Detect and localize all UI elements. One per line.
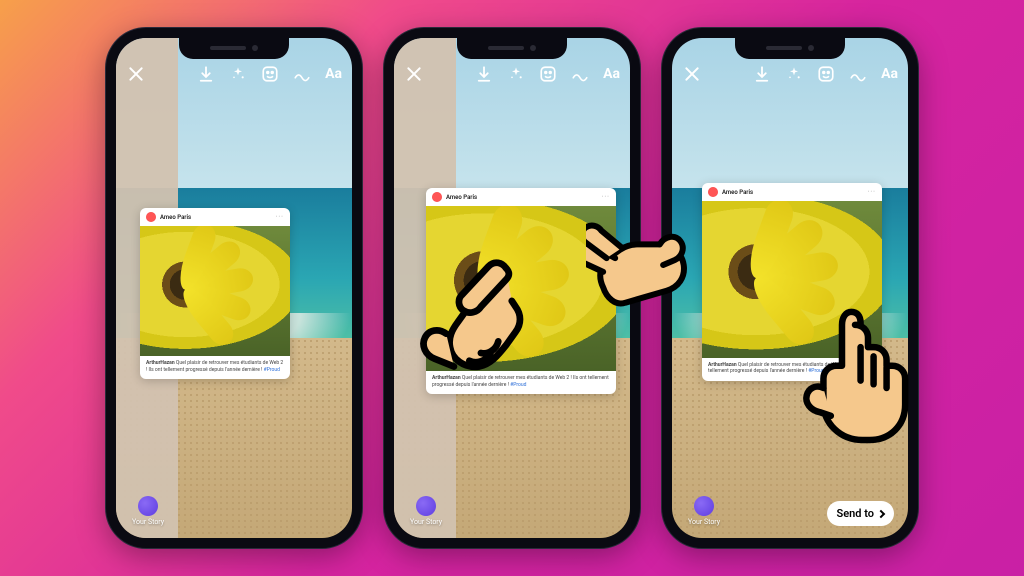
sparkle-icon[interactable] — [785, 65, 803, 83]
your-story-avatar — [138, 496, 158, 516]
post-username: Ameo Paris — [722, 189, 753, 196]
sticker-icon[interactable] — [539, 65, 557, 83]
shared-post-card[interactable]: Ameo Paris ··· ArthurHazan Quel plaisir … — [140, 208, 290, 379]
pinch-hand-right-icon — [586, 205, 706, 325]
phone-notch — [735, 37, 845, 59]
send-to-button[interactable]: Send to — [827, 501, 895, 526]
download-icon[interactable] — [197, 65, 215, 83]
your-story-button[interactable]: Your Story — [688, 496, 720, 526]
draw-icon[interactable] — [293, 65, 311, 83]
pinch-hand-left-icon — [398, 245, 533, 380]
your-story-button[interactable]: Your Story — [410, 496, 442, 526]
sparkle-icon[interactable] — [507, 65, 525, 83]
download-icon[interactable] — [475, 65, 493, 83]
post-username: Ameo Paris — [160, 214, 191, 221]
phone-screen: Aa Ameo Paris ··· ArthurHazan Que — [116, 38, 352, 538]
your-story-label: Your Story — [132, 518, 164, 526]
story-toolbar: Aa — [672, 64, 908, 84]
sticker-icon[interactable] — [817, 65, 835, 83]
more-icon[interactable]: ··· — [276, 213, 285, 221]
chevron-right-icon — [877, 509, 885, 517]
your-story-avatar — [416, 496, 436, 516]
text-tool-button[interactable]: Aa — [325, 66, 342, 82]
phone-notch — [179, 37, 289, 59]
send-to-label: Send to — [837, 507, 875, 520]
post-image-sunflower — [140, 226, 290, 356]
post-avatar — [708, 187, 718, 197]
story-toolbar: Aa — [116, 64, 352, 84]
post-avatar — [146, 212, 156, 222]
phone-notch — [457, 37, 567, 59]
post-header: Ameo Paris ··· — [426, 188, 616, 206]
download-icon[interactable] — [753, 65, 771, 83]
close-icon[interactable] — [682, 64, 702, 84]
post-username: Ameo Paris — [446, 194, 477, 201]
close-icon[interactable] — [404, 64, 424, 84]
text-tool-button[interactable]: Aa — [603, 66, 620, 82]
post-caption: ArthurHazan Quel plaisir de retrouver me… — [140, 356, 290, 379]
your-story-label: Your Story — [410, 518, 442, 526]
story-toolbar: Aa — [394, 64, 630, 84]
more-icon[interactable]: ··· — [602, 193, 611, 201]
close-icon[interactable] — [126, 64, 146, 84]
your-story-avatar — [694, 496, 714, 516]
tap-hand-icon — [790, 300, 920, 450]
draw-icon[interactable] — [571, 65, 589, 83]
post-avatar — [432, 192, 442, 202]
your-story-label: Your Story — [688, 518, 720, 526]
more-icon[interactable]: ··· — [868, 188, 877, 196]
sticker-icon[interactable] — [261, 65, 279, 83]
text-tool-button[interactable]: Aa — [881, 66, 898, 82]
phone-step-1: Aa Ameo Paris ··· ArthurHazan Que — [106, 28, 362, 548]
sparkle-icon[interactable] — [229, 65, 247, 83]
phone-screen: Aa Ameo Paris ··· ArthurHazan Que — [672, 38, 908, 538]
draw-icon[interactable] — [849, 65, 867, 83]
post-header: Ameo Paris ··· — [140, 208, 290, 226]
your-story-button[interactable]: Your Story — [132, 496, 164, 526]
post-header: Ameo Paris ··· — [702, 183, 882, 201]
